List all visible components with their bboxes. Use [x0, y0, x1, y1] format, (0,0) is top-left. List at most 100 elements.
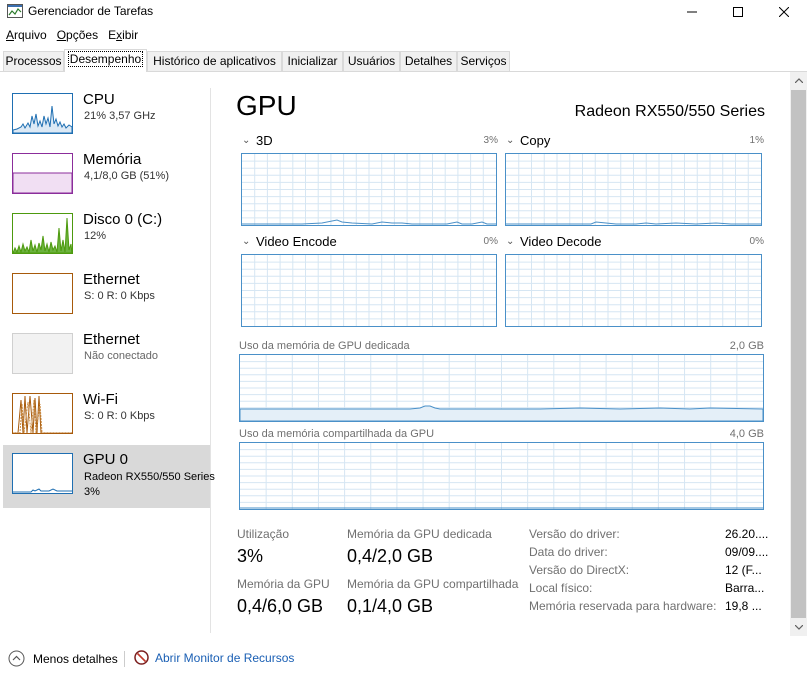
- sidebar-item-name: Ethernet: [83, 271, 140, 288]
- sidebar-item-detail: S: 0 R: 0 Kbps: [84, 410, 155, 422]
- tab-label: Histórico de aplicativos: [153, 54, 276, 68]
- menu-opcoes[interactable]: Opções: [52, 26, 103, 44]
- sidebar-item-gpu0[interactable]: GPU 0 Radeon RX550/550 Series 3%: [3, 445, 215, 508]
- maximize-button[interactable]: [715, 0, 761, 24]
- chevron-up-icon: [794, 78, 803, 83]
- graph-dedicated-memory-plot: [240, 355, 763, 421]
- tab-historico[interactable]: Histórico de aplicativos: [147, 51, 282, 71]
- driver-date-value: 09/09....: [725, 545, 769, 559]
- sidebar-item-cpu[interactable]: CPU 21% 3,57 GHz: [3, 88, 210, 148]
- sidebar-item-name: GPU 0: [83, 451, 129, 468]
- sidebar-item-ethernet[interactable]: Ethernet S: 0 R: 0 Kbps: [3, 268, 210, 328]
- vertical-scrollbar[interactable]: [790, 72, 807, 636]
- gpu-thumbnail: [12, 453, 73, 494]
- hardware-reserved-memory-label: Memória reservada para hardware:: [529, 599, 717, 613]
- dedicated-gpu-memory-label: Memória da GPU dedicada: [347, 527, 492, 541]
- engine-percent: 1%: [749, 135, 764, 146]
- sidebar-item-name: Ethernet: [83, 331, 140, 348]
- engine-label: Copy: [520, 133, 551, 148]
- engine-label: Video Decode: [520, 234, 602, 249]
- resource-monitor-link[interactable]: Abrir Monitor de Recursos: [134, 650, 294, 665]
- graph-3d-plot: [242, 154, 496, 225]
- tab-processos[interactable]: Processos: [3, 51, 64, 71]
- utilization-label: Utilização: [237, 527, 290, 541]
- graph-copy-plot: [506, 154, 761, 225]
- chevron-down-icon: ⌄: [506, 236, 515, 247]
- disk-thumbnail: [12, 213, 73, 254]
- footer: Menos detalhes Abrir Monitor de Recursos: [0, 645, 807, 673]
- engine-selector-video-decode[interactable]: ⌄ Video Decode: [506, 234, 601, 249]
- chevron-down-icon: [794, 625, 803, 630]
- tab-inicializar[interactable]: Inicializar: [282, 51, 343, 71]
- resource-sidebar: CPU 21% 3,57 GHz Memória 4,1/8,0 GB (51%…: [0, 88, 215, 633]
- less-details-button[interactable]: Menos detalhes: [8, 650, 118, 667]
- driver-date-label: Data do driver:: [529, 545, 608, 559]
- page-title: GPU: [236, 90, 297, 121]
- graph-3d: [241, 153, 497, 226]
- engine-percent: 3%: [483, 135, 498, 146]
- wifi-thumbnail: [12, 393, 73, 434]
- tab-label: Usuários: [347, 54, 396, 68]
- engine-selector-3d[interactable]: ⌄ 3D: [242, 133, 273, 148]
- utilization-value: 3%: [237, 546, 264, 566]
- engine-label: 3D: [256, 133, 273, 148]
- menu-arquivo[interactable]: Arquivo: [0, 26, 52, 44]
- tab-detalhes[interactable]: Detalhes: [400, 51, 457, 71]
- ethernet-thumbnail: [12, 333, 73, 374]
- engine-selector-video-encode[interactable]: ⌄ Video Encode: [242, 234, 337, 249]
- gpu-memory-label: Memória da GPU: [237, 577, 330, 591]
- resource-monitor-label: Abrir Monitor de Recursos: [155, 650, 295, 665]
- minimize-button[interactable]: [669, 0, 715, 24]
- menu-exibir[interactable]: Exibir: [103, 26, 143, 44]
- tab-label: Processos: [5, 54, 62, 68]
- tab-servicos[interactable]: Serviços: [457, 51, 510, 71]
- chevron-down-icon: ⌄: [506, 135, 515, 146]
- engine-label: Video Encode: [256, 234, 337, 249]
- chevron-down-icon: ⌄: [242, 236, 251, 247]
- tab-usuarios[interactable]: Usuários: [343, 51, 400, 71]
- tab-label: Inicializar: [287, 54, 338, 68]
- graph-video-encode-plot: [242, 255, 496, 326]
- directx-version-value: 12 (F...: [725, 563, 762, 577]
- graph-dedicated-memory: [239, 354, 764, 422]
- sidebar-item-name: CPU: [83, 91, 115, 108]
- maximize-icon: [733, 7, 743, 17]
- sidebar-item-memoria[interactable]: Memória 4,1/8,0 GB (51%): [3, 148, 210, 208]
- scroll-down-button[interactable]: [790, 619, 807, 636]
- driver-version-label: Versão do driver:: [529, 527, 620, 541]
- less-details-label: Menos detalhes: [33, 651, 118, 666]
- dedicated-gpu-memory-value: 0,4/2,0 GB: [347, 546, 434, 566]
- shared-gpu-memory-value: 0,1/4,0 GB: [347, 596, 434, 616]
- close-icon: [779, 7, 789, 17]
- resource-monitor-icon: [134, 650, 149, 665]
- sidebar-item-wifi[interactable]: Wi-Fi S: 0 R: 0 Kbps: [3, 388, 210, 448]
- sidebar-item-disco[interactable]: Disco 0 (C:) 12%: [3, 208, 210, 268]
- memory-thumbnail: [12, 153, 73, 194]
- physical-location-label: Local físico:: [529, 581, 593, 595]
- directx-version-label: Versão do DirectX:: [529, 563, 630, 577]
- engine-selector-copy[interactable]: ⌄ Copy: [506, 133, 550, 148]
- gpu-memory-value: 0,4/6,0 GB: [237, 596, 324, 616]
- tab-desempenho[interactable]: Desempenho: [64, 49, 147, 72]
- sidebar-item-detail: Radeon RX550/550 Series: [84, 471, 215, 483]
- graph-shared-memory-plot: [240, 443, 763, 509]
- gpu-model-name: Radeon RX550/550 Series: [574, 103, 765, 120]
- tab-label: Serviços: [460, 54, 507, 68]
- title-bar: Gerenciador de Tarefas: [0, 0, 807, 24]
- collapse-chevron-icon: [8, 650, 25, 667]
- sidebar-item-detail: 12%: [84, 230, 107, 242]
- sidebar-item-detail: S: 0 R: 0 Kbps: [84, 290, 155, 302]
- graph-copy: [505, 153, 762, 226]
- engine-percent: 0%: [749, 236, 764, 247]
- scroll-up-button[interactable]: [790, 72, 807, 89]
- minimize-icon: [687, 11, 697, 13]
- window-title: Gerenciador de Tarefas: [28, 4, 154, 18]
- sidebar-item-ethernet-disconnected[interactable]: Ethernet Não conectado: [3, 328, 210, 388]
- graph-video-decode-plot: [506, 255, 761, 326]
- ethernet-thumbnail: [12, 273, 73, 314]
- close-button[interactable]: [761, 0, 807, 24]
- scroll-thumb[interactable]: [791, 90, 806, 618]
- engine-percent: 0%: [483, 236, 498, 247]
- tab-label: Detalhes: [404, 54, 453, 68]
- sidebar-item-name: Wi-Fi: [83, 391, 118, 408]
